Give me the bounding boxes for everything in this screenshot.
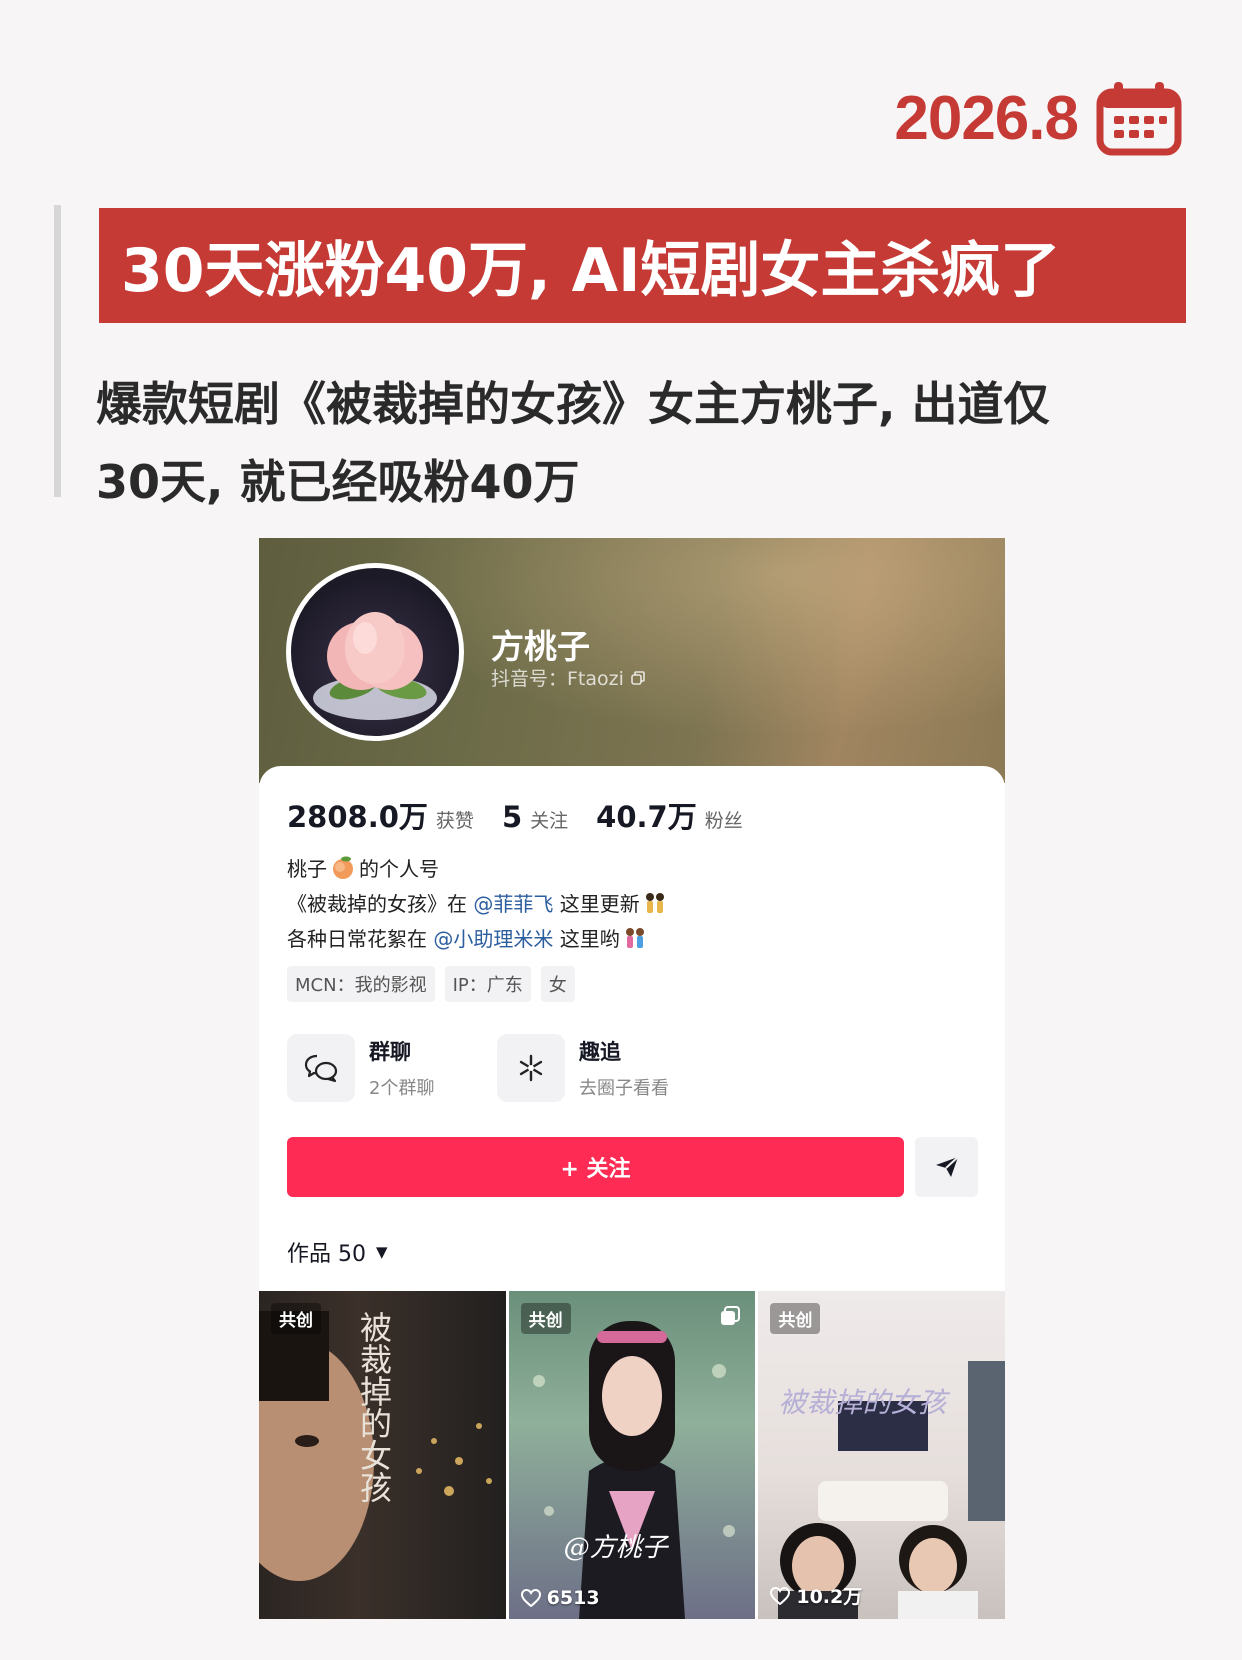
date-text: 2026.8: [894, 83, 1079, 153]
quote-rule: [54, 205, 61, 497]
video-thumbnail[interactable]: 共创 @方桃子 6513: [508, 1291, 756, 1619]
stat-likes-label: 获赞: [435, 810, 474, 832]
calendar-icon: [1096, 82, 1182, 156]
caret-down-icon: ▼: [376, 1243, 388, 1261]
stat-likes-value: 2808.0万: [287, 800, 428, 834]
send-icon: [935, 1156, 959, 1177]
stat-following-value: 5: [501, 800, 523, 834]
peach-icon: [333, 856, 353, 879]
stat-likes[interactable]: 2808.0万 获赞: [287, 794, 474, 836]
douyin-id: 抖音号：Ftaozi: [491, 664, 646, 691]
cocreate-badge: 共创: [271, 1303, 321, 1334]
tag-mcn[interactable]: MCN：我的影视: [287, 966, 435, 1002]
bio-line-3: 各种日常花絮在 @小助理米米 这里哟: [287, 922, 668, 957]
two-women-icon: [625, 928, 644, 948]
stat-followers-label: 粉丝: [704, 810, 743, 832]
feature-group-chat-sub: 2个群聊: [369, 1078, 435, 1099]
follow-button[interactable]: + 关注: [287, 1137, 904, 1197]
avatar[interactable]: [286, 563, 464, 741]
thumb-likes: 6513: [520, 1587, 600, 1609]
date-header: 2026.8: [894, 80, 1182, 156]
profile-bio: 桃子 的个人号 《被裁掉的女孩》在 @菲菲飞 这里更新 各种日常花絮在 @小助理米…: [287, 852, 668, 957]
stat-following[interactable]: 5 关注: [502, 800, 568, 834]
feature-quzhui-title: 趣追: [579, 1040, 621, 1064]
heart-icon: [770, 1586, 791, 1605]
bio-line-2: 《被裁掉的女孩》在 @菲菲飞 这里更新: [287, 887, 668, 922]
sparkle-icon: [519, 1054, 543, 1082]
headline: 30天涨粉40万, AI短剧女主杀疯了: [121, 236, 1061, 306]
bio-text: 的个人号: [359, 857, 439, 881]
thumbnail-image: [532, 1321, 735, 1619]
cocreate-badge: 共创: [770, 1303, 821, 1334]
profile-name: 方桃子: [491, 627, 590, 666]
heart-icon: [520, 1589, 541, 1607]
thumb-script-title: 被裁掉的女孩: [778, 1386, 947, 1419]
feature-quzhui-sub: 去圈子看看: [579, 1078, 669, 1099]
feature-icon-box: [497, 1034, 565, 1102]
dancers-icon: [645, 893, 664, 913]
chat-bubble-icon: [304, 1054, 338, 1083]
profile-stats: 2808.0万 获赞 5 关注 40.7万 粉丝: [287, 794, 771, 836]
headline-banner: 30天涨粉40万, AI短剧女主杀疯了: [99, 208, 1186, 323]
bio-text: 《被裁掉的女孩》在: [287, 892, 467, 916]
video-thumbnail[interactable]: 共创 被裁掉的女孩: [259, 1291, 506, 1619]
tag-ip: IP：广东: [444, 966, 531, 1002]
bio-text: 这里哟: [559, 927, 620, 951]
thumb-title: 被裁掉的女孩: [355, 1311, 393, 1503]
works-grid: 共创 被裁掉的女孩 共创 @方桃子 6513 共创 被裁掉的女孩 10.2万: [259, 1291, 1005, 1619]
feature-group-chat[interactable]: 群聊 2个群聊: [287, 1034, 497, 1102]
stat-following-label: 关注: [530, 810, 569, 832]
mention-link[interactable]: @小助理米米: [433, 927, 553, 951]
thumb-likes-count: 10.2万: [796, 1586, 863, 1608]
thumb-likes-count: 6513: [546, 1587, 600, 1609]
douyin-id-text: 抖音号：Ftaozi: [491, 668, 624, 690]
peach-avatar-image: [313, 612, 437, 720]
thumb-likes: 10.2万: [770, 1582, 862, 1609]
bio-text: 各种日常花絮在: [287, 927, 427, 951]
bio-text: 这里更新: [559, 892, 640, 916]
feature-group-chat-title: 群聊: [369, 1040, 411, 1064]
tag-gender: 女: [540, 966, 575, 1002]
multi-image-icon: [721, 1306, 741, 1325]
subtitle: 爆款短剧《被裁掉的女孩》女主方桃子, 出道仅 30天, 就已经吸粉40万: [96, 365, 1206, 521]
subtitle-line-1: 爆款短剧《被裁掉的女孩》女主方桃子, 出道仅: [96, 377, 1050, 431]
bio-text: 桃子: [287, 857, 327, 881]
thumbnail-image: [778, 1361, 1005, 1619]
share-button[interactable]: [915, 1137, 978, 1197]
works-tab-label: 作品 50: [287, 1242, 366, 1267]
bio-line-1: 桃子 的个人号: [287, 852, 668, 887]
works-tab[interactable]: 作品 50 ▼: [287, 1236, 388, 1268]
feature-quzhui[interactable]: 趣追 去圈子看看: [497, 1034, 707, 1102]
profile-features: 群聊 2个群聊 趣追 去圈子看看: [287, 1034, 707, 1102]
mention-link[interactable]: @菲菲飞: [473, 892, 553, 916]
profile-tags: MCN：我的影视 IP：广东 女: [287, 966, 575, 1002]
cocreate-badge: 共创: [520, 1303, 571, 1334]
profile-screenshot: 方桃子 抖音号：Ftaozi 2808.0万 获赞 5 关注 40.7万 粉丝 …: [259, 538, 1005, 1619]
stat-followers-value: 40.7万: [596, 800, 697, 834]
subtitle-line-2: 30天, 就已经吸粉40万: [96, 455, 580, 509]
stat-followers[interactable]: 40.7万 粉丝: [596, 794, 743, 836]
feature-icon-box: [287, 1034, 355, 1102]
copy-icon[interactable]: [630, 670, 646, 686]
video-thumbnail[interactable]: 共创 被裁掉的女孩 10.2万: [758, 1291, 1005, 1619]
thumb-handwriting: @方桃子: [563, 1533, 668, 1563]
